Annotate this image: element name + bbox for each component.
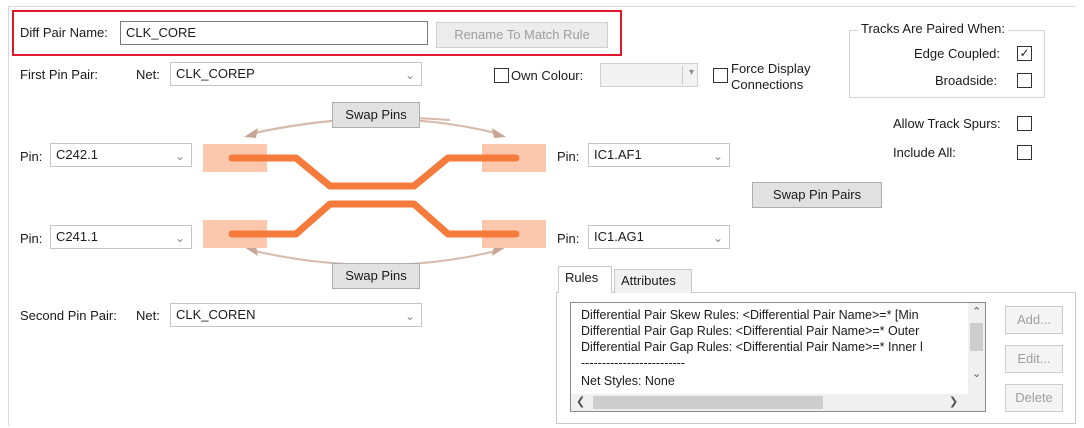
edge-coupled-label: Edge Coupled: — [914, 46, 1001, 61]
horizontal-scroll-thumb[interactable] — [593, 396, 823, 409]
chevron-down-icon: ⌄ — [712, 149, 723, 163]
pin-left-top-select[interactable]: C242.1 ⌄ — [50, 143, 192, 167]
list-item[interactable]: Differential Pair Skew Rules: <Different… — [581, 307, 919, 323]
pin-right-bottom-label: Pin: — [557, 231, 580, 246]
horizontal-scrollbar[interactable]: ❮ ❯ — [571, 394, 985, 411]
chevron-down-icon: ⌄ — [174, 149, 185, 163]
tab-attributes[interactable]: Attributes — [614, 269, 692, 293]
allow-track-spurs-checkbox[interactable] — [1017, 116, 1032, 131]
pin-right-top-select[interactable]: IC1.AF1 ⌄ — [588, 143, 730, 167]
delete-rule-button[interactable]: Delete — [1005, 384, 1063, 412]
first-pin-pair-label: First Pin Pair: — [20, 67, 99, 82]
force-display-connections-checkbox[interactable] — [713, 68, 728, 83]
track-bottom — [228, 200, 520, 238]
chevron-down-icon: ⌄ — [174, 231, 185, 245]
include-all-checkbox[interactable] — [1017, 145, 1032, 160]
tracks-paired-title: Tracks Are Paired When: — [858, 21, 1009, 37]
own-colour-label: Own Colour: — [511, 68, 584, 83]
first-net-select[interactable]: CLK_COREP ⌄ — [170, 62, 422, 86]
second-net-select[interactable]: CLK_COREN ⌄ — [170, 303, 422, 327]
rules-listbox[interactable]: Differential Pair Skew Rules: <Different… — [570, 302, 986, 412]
swap-pin-pairs-button[interactable]: Swap Pin Pairs — [752, 182, 882, 208]
arrow-right-top-icon — [492, 128, 506, 138]
broadside-checkbox[interactable] — [1017, 73, 1032, 88]
force-display-label-2: Connections — [731, 77, 804, 92]
diff-pair-name-label: Diff Pair Name: — [20, 25, 108, 40]
scroll-left-arrow-icon[interactable]: ❮ — [576, 395, 585, 408]
second-net-value: CLK_COREN — [176, 307, 256, 322]
vertical-scroll-thumb[interactable] — [970, 323, 983, 351]
arrow-left-top-icon — [244, 128, 258, 138]
edit-rule-button[interactable]: Edit... — [1005, 345, 1063, 373]
list-item[interactable]: ------------------------- — [581, 355, 685, 371]
scroll-right-arrow-icon[interactable]: ❯ — [949, 395, 958, 408]
scroll-down-arrow-icon[interactable]: ⌄ — [972, 367, 981, 380]
pin-left-bottom-value: C241.1 — [56, 229, 98, 244]
chevron-down-icon: ⌄ — [404, 309, 415, 323]
pin-left-top-label: Pin: — [20, 149, 43, 164]
pin-right-bottom-value: IC1.AG1 — [594, 229, 644, 244]
chevron-down-icon: ⌄ — [404, 68, 415, 82]
diff-pair-name-input[interactable]: CLK_CORE — [120, 21, 428, 45]
dropdown-divider — [682, 66, 683, 84]
rename-to-match-rule-button[interactable]: Rename To Match Rule — [436, 22, 608, 48]
own-colour-checkbox[interactable] — [494, 68, 509, 83]
list-item[interactable]: Differential Pair Gap Rules: <Differenti… — [581, 323, 919, 339]
pin-left-top-value: C242.1 — [56, 147, 98, 162]
scroll-up-arrow-icon[interactable]: ⌃ — [972, 305, 981, 318]
swap-pins-bottom-button[interactable]: Swap Pins — [332, 263, 420, 289]
swap-pins-top-button[interactable]: Swap Pins — [332, 102, 420, 128]
pin-left-bottom-label: Pin: — [20, 231, 43, 246]
list-item[interactable]: Net Styles: None — [581, 373, 675, 389]
add-rule-button[interactable]: Add... — [1005, 306, 1063, 334]
first-net-value: CLK_COREP — [176, 66, 255, 81]
track-top — [228, 154, 520, 190]
tab-rules[interactable]: Rules — [558, 266, 612, 293]
force-display-label-1: Force Display — [731, 61, 811, 76]
chevron-down-icon: ⌄ — [712, 231, 723, 245]
checkmark-icon: ✓ — [1019, 46, 1030, 60]
list-item[interactable]: Differential Pair Gap Rules: <Differenti… — [581, 339, 923, 355]
second-pin-pair-label: Second Pin Pair: — [20, 308, 117, 323]
pin-right-top-value: IC1.AF1 — [594, 147, 642, 162]
second-net-label: Net: — [136, 308, 160, 323]
pin-right-bottom-select[interactable]: IC1.AG1 ⌄ — [588, 225, 730, 249]
own-colour-dropdown[interactable]: ▾ — [600, 63, 698, 87]
chevron-down-icon: ▾ — [688, 67, 694, 78]
edge-coupled-checkbox[interactable]: ✓ — [1017, 46, 1032, 61]
include-all-label: Include All: — [893, 145, 956, 160]
first-net-label: Net: — [136, 67, 160, 82]
vertical-scrollbar[interactable]: ⌃ ⌄ — [968, 303, 985, 395]
pin-left-bottom-select[interactable]: C241.1 ⌄ — [50, 225, 192, 249]
allow-track-spurs-label: Allow Track Spurs: — [893, 116, 1001, 131]
broadside-label: Broadside: — [935, 73, 998, 88]
pin-right-top-label: Pin: — [557, 149, 580, 164]
